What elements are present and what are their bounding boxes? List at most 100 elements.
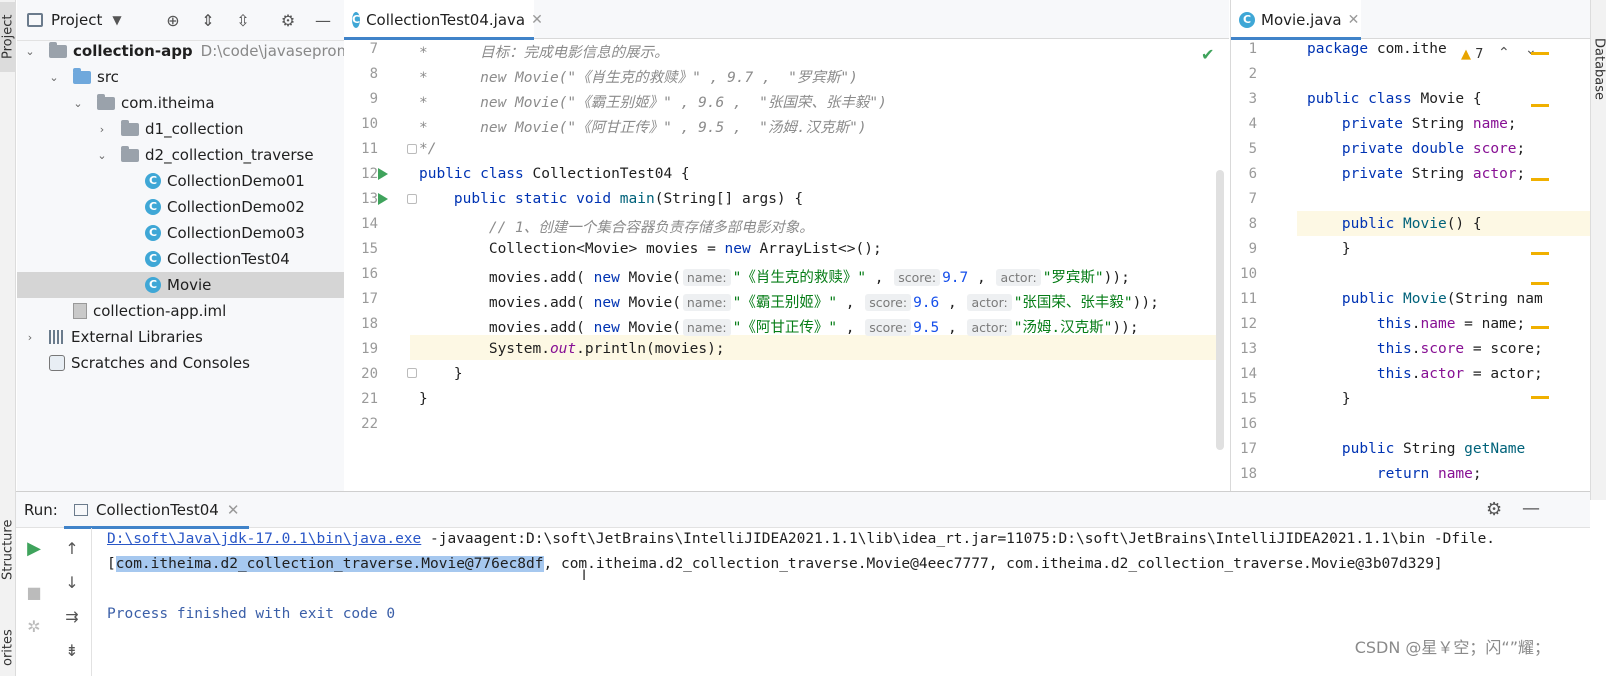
main-editor[interactable]: C CollectionTest04.java ✕ ✔ 7 8 9 10 11 … bbox=[344, 0, 1229, 500]
fold-icon[interactable] bbox=[407, 144, 417, 154]
warning-marker[interactable] bbox=[1531, 104, 1549, 107]
secondary-editor[interactable]: C Movie.java ✕ ▲ 7 ⌃ ⌄ 1 2 3 4 5 6 7 8 9… bbox=[1230, 0, 1590, 500]
tree-item-collectiondemo03[interactable]: C CollectionDemo03 bbox=[17, 220, 350, 246]
run-tab-collectiontest04[interactable]: CollectionTest04 ✕ bbox=[64, 492, 250, 529]
bug-icon[interactable]: ✲ bbox=[22, 614, 46, 638]
chevron-down-icon[interactable]: ⌄ bbox=[95, 148, 109, 162]
minimize-icon[interactable]: — bbox=[313, 10, 333, 30]
tree-item-collection-app[interactable]: ⌄ collection-app D:\code\javasepromax\c bbox=[17, 38, 350, 64]
warning-marker[interactable] bbox=[1531, 282, 1549, 285]
chevron-down-icon[interactable]: ⌄ bbox=[71, 96, 85, 110]
tree-item-collectiontest04[interactable]: C CollectionTest04 bbox=[17, 246, 350, 272]
tree-item-collectiondemo01[interactable]: C CollectionDemo01 bbox=[17, 168, 350, 194]
package-icon bbox=[97, 93, 115, 110]
tree-item-movie[interactable]: C Movie bbox=[17, 272, 350, 298]
favorites-tool-tab[interactable]: orites bbox=[0, 620, 16, 676]
tree-item-collection-app-iml[interactable]: collection-app.iml bbox=[17, 298, 350, 324]
code-token: String bbox=[1403, 166, 1473, 182]
project-panel-title[interactable]: Project bbox=[51, 11, 102, 29]
gear-icon[interactable]: ⚙ bbox=[1486, 499, 1502, 520]
tree-item-external-libraries[interactable]: › External Libraries bbox=[17, 324, 350, 350]
project-tool-tab[interactable]: Project bbox=[0, 2, 16, 72]
line-number: 4 bbox=[1248, 116, 1257, 132]
gear-icon[interactable]: ⚙ bbox=[278, 10, 298, 30]
editor-tab-bar: C CollectionTest04.java ✕ bbox=[344, 0, 1229, 40]
code-token: ; bbox=[1472, 466, 1482, 482]
param-hint: score: bbox=[894, 269, 941, 286]
arrow-up-icon[interactable]: ↑ bbox=[60, 536, 84, 560]
code-token: Movie( bbox=[619, 295, 681, 311]
tree-item-d2-collection-traverse[interactable]: ⌄ d2_collection_traverse bbox=[17, 142, 350, 168]
fold-icon[interactable] bbox=[407, 368, 417, 378]
line-number: 12 bbox=[1240, 316, 1257, 332]
code-token: new Movie("《霸王别姬》" , 9.6 , "张国荣、张丰毅") bbox=[480, 95, 887, 111]
line-number: 9 bbox=[1248, 241, 1257, 257]
tree-item-src[interactable]: ⌄ src bbox=[17, 64, 350, 90]
close-icon[interactable]: ✕ bbox=[531, 12, 543, 28]
minimize-icon[interactable]: — bbox=[1522, 498, 1540, 519]
tree-item-scratches[interactable]: Scratches and Consoles bbox=[17, 350, 350, 376]
tab-movie[interactable]: C Movie.java ✕ bbox=[1231, 0, 1361, 40]
warning-marker[interactable] bbox=[1531, 178, 1549, 181]
rerun-icon[interactable]: ▶ bbox=[22, 536, 46, 560]
scratches-icon bbox=[49, 355, 65, 371]
chevron-down-icon[interactable]: ⌄ bbox=[1525, 42, 1537, 58]
chevron-up-icon[interactable]: ⌃ bbox=[1498, 45, 1510, 61]
code-token: )); bbox=[1112, 320, 1139, 336]
code2-line-8: public Movie() { bbox=[1307, 216, 1482, 232]
line-number: 21 bbox=[361, 391, 378, 407]
chevron-down-icon[interactable]: ▼ bbox=[112, 13, 121, 27]
warning-marker[interactable] bbox=[1531, 252, 1549, 255]
editor-scrollbar[interactable] bbox=[1216, 170, 1224, 450]
code-token: public bbox=[1341, 216, 1395, 232]
selected-text[interactable]: com.itheima.d2_collection_traverse.Movie… bbox=[115, 556, 544, 572]
line-number: 19 bbox=[361, 341, 378, 357]
line-number: 22 bbox=[361, 416, 378, 432]
tree-item-label: CollectionDemo01 bbox=[167, 172, 305, 190]
soft-wrap-icon[interactable]: ⇉ bbox=[60, 604, 84, 628]
chevron-right-icon[interactable]: › bbox=[95, 122, 109, 136]
right-tool-strip: Database bbox=[1590, 0, 1606, 500]
close-icon[interactable]: ✕ bbox=[1348, 12, 1360, 28]
run-main-icon[interactable] bbox=[378, 193, 388, 205]
param-hint: name: bbox=[682, 269, 731, 286]
code2-line-12: this.name = name; bbox=[1307, 316, 1525, 332]
chevron-down-icon[interactable]: ⌄ bbox=[47, 70, 61, 84]
code-token: score bbox=[1420, 341, 1465, 357]
close-icon[interactable]: ✕ bbox=[227, 501, 240, 519]
code-token: public class bbox=[1307, 91, 1412, 107]
code-token: public class bbox=[419, 166, 524, 182]
run-class-icon[interactable] bbox=[378, 168, 388, 180]
code-token: this bbox=[1376, 366, 1412, 382]
locate-icon[interactable]: ⊕ bbox=[163, 10, 183, 30]
code-token: () { bbox=[1446, 216, 1482, 232]
collapse-all-icon[interactable]: ⇳ bbox=[233, 10, 253, 30]
code-token: getName bbox=[1464, 441, 1526, 457]
arrow-down-icon[interactable]: ↓ bbox=[60, 570, 84, 594]
chevron-down-icon[interactable]: ⌄ bbox=[23, 44, 37, 58]
console-icon bbox=[74, 504, 88, 516]
structure-tool-tab-label: Structure bbox=[0, 519, 16, 581]
warning-marker[interactable] bbox=[1531, 396, 1549, 399]
expand-all-icon[interactable]: ⇕ bbox=[198, 10, 218, 30]
code-token: String bbox=[1394, 441, 1465, 457]
line-number: 8 bbox=[1248, 216, 1257, 232]
tree-item-label: collection-app bbox=[73, 42, 193, 60]
warning-marker[interactable] bbox=[1531, 52, 1549, 55]
tree-item-collectiondemo02[interactable]: C CollectionDemo02 bbox=[17, 194, 350, 220]
database-tool-tab[interactable]: Database bbox=[1591, 34, 1606, 104]
tab-collectiontest04[interactable]: C CollectionTest04.java ✕ bbox=[344, 0, 543, 40]
tree-item-com-itheima[interactable]: ⌄ com.itheima bbox=[17, 90, 350, 116]
warnings-indicator[interactable]: ▲ 7 bbox=[1459, 47, 1486, 62]
line-number: 1 bbox=[1248, 41, 1257, 57]
scroll-to-end-icon[interactable]: ⇟ bbox=[60, 638, 84, 662]
left-tool-strip: Project Structure orites bbox=[0, 0, 16, 676]
chevron-right-icon[interactable]: › bbox=[23, 330, 37, 344]
stop-icon[interactable]: ■ bbox=[22, 580, 46, 604]
structure-tool-tab[interactable]: Structure bbox=[0, 510, 16, 590]
tree-item-d1-collection[interactable]: › d1_collection bbox=[17, 116, 350, 142]
warning-marker[interactable] bbox=[1531, 326, 1549, 329]
code-token: public bbox=[1341, 441, 1395, 457]
fold-icon[interactable] bbox=[407, 194, 417, 204]
java-exe-link[interactable]: D:\soft\Java\jdk-17.0.1\bin\java.exe bbox=[107, 531, 421, 547]
